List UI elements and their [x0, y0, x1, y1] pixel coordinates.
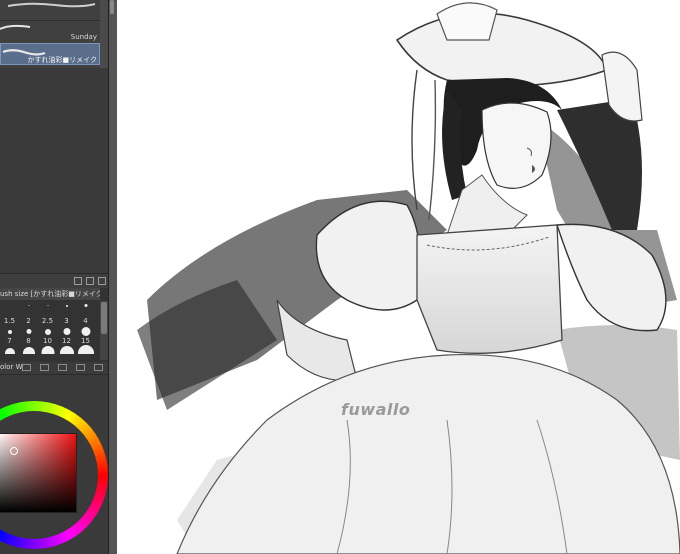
- brush-item-sunday[interactable]: Sunday: [0, 20, 100, 42]
- brush-list-empty-area: [0, 68, 108, 273]
- intermediate-color-tab-icon[interactable]: [40, 364, 49, 371]
- brush-size-option[interactable]: 8: [19, 327, 38, 347]
- left-dock-panel: Sunday かすれ油彩■リメイク ush size [かすれ油彩■リメイク] …: [0, 0, 108, 554]
- brush-item-selected[interactable]: かすれ油彩■リメイク: [0, 43, 100, 65]
- brush-list-scrollbar[interactable]: [100, 0, 108, 68]
- duplicate-icon[interactable]: [86, 277, 94, 285]
- brush-size-panel: ush size [かすれ油彩■リメイク] 1.5 2 2.5 3 4 7 8 …: [0, 288, 108, 362]
- brush-size-option[interactable]: 12: [57, 327, 76, 347]
- brush-size-option[interactable]: 7: [0, 327, 19, 347]
- panel-scroll-thumb[interactable]: [110, 0, 114, 14]
- artist-watermark: fuwallo: [341, 400, 411, 419]
- brush-size-header: ush size [かすれ油彩■リメイク]: [0, 288, 100, 300]
- color-set-tab-icon[interactable]: [22, 364, 31, 371]
- drawing-canvas[interactable]: fuwallo: [117, 0, 680, 554]
- brush-size-option[interactable]: 10: [38, 327, 57, 347]
- brush-list: Sunday かすれ油彩■リメイク: [0, 0, 108, 68]
- tab-color-wheel[interactable]: olor W: [0, 363, 23, 371]
- brush-name: かすれ油彩■リメイク: [27, 56, 97, 64]
- saturation-value-square[interactable]: [0, 433, 77, 513]
- brush-size-option[interactable]: 15: [76, 327, 95, 347]
- brush-stroke-preview: [7, 2, 96, 8]
- brush-name: Sunday: [70, 33, 97, 41]
- artwork-illustration: [117, 0, 680, 554]
- color-picker-marker[interactable]: [10, 447, 18, 455]
- brush-list-toolbar: [0, 273, 108, 289]
- brush-item-partial[interactable]: [0, 0, 100, 21]
- add-icon[interactable]: [74, 277, 82, 285]
- color-history-tab-icon[interactable]: [76, 364, 85, 371]
- color-slider-tab-icon[interactable]: [94, 364, 103, 371]
- approximate-color-tab-icon[interactable]: [58, 364, 67, 371]
- brush-size-scroll-thumb[interactable]: [101, 302, 107, 334]
- trash-icon[interactable]: [98, 277, 106, 285]
- color-wheel-panel: [0, 375, 108, 554]
- color-panel-tabs: olor W: [0, 362, 108, 375]
